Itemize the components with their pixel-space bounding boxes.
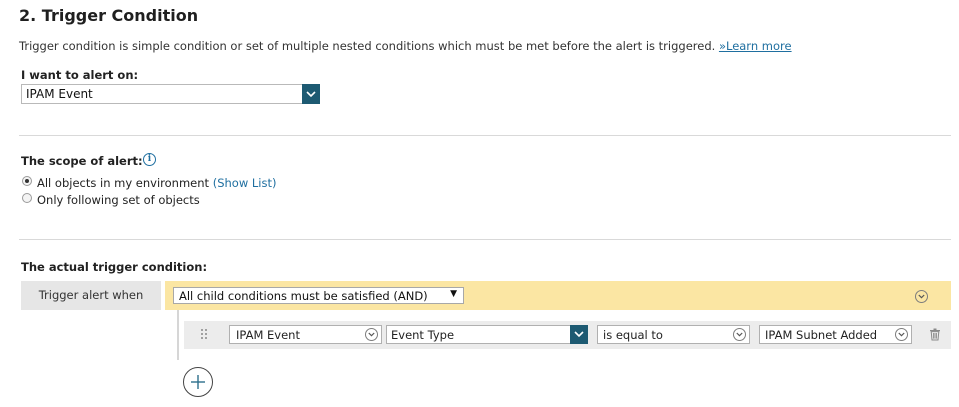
trigger-when-label: Trigger alert when	[21, 281, 161, 310]
learn-more-link[interactable]: »Learn more	[719, 39, 792, 53]
condition-object-select[interactable]: IPAM Event	[229, 325, 382, 344]
drag-handle-icon[interactable]	[200, 328, 208, 343]
divider	[19, 135, 951, 136]
learn-more-prefix: »	[718, 39, 726, 53]
info-icon[interactable]: i	[143, 153, 156, 166]
trash-icon[interactable]	[929, 328, 941, 344]
condition-object-value: IPAM Event	[236, 328, 300, 342]
collapse-group-chevron-icon[interactable]	[915, 290, 928, 303]
trigger-condition-label: The actual trigger condition:	[21, 260, 208, 274]
condition-field-value: Event Type	[391, 328, 455, 342]
alert-on-label: I want to alert on:	[21, 68, 139, 82]
group-connector-line	[177, 310, 179, 360]
scope-all-label: All objects in my environment	[37, 176, 210, 190]
alert-on-value: IPAM Event	[26, 87, 93, 101]
chevron-down-icon[interactable]	[570, 325, 588, 344]
condition-operator-select[interactable]: is equal to	[597, 325, 750, 344]
logic-select[interactable]: All child conditions must be satisfied (…	[173, 287, 464, 304]
condition-operator-value: is equal to	[603, 328, 663, 342]
scope-label: The scope of alert:	[21, 154, 143, 168]
show-list-link[interactable]: (Show List)	[213, 176, 277, 190]
scope-all-radio[interactable]	[22, 176, 32, 186]
condition-value-value: IPAM Subnet Added	[765, 328, 878, 342]
plus-icon[interactable]	[183, 367, 213, 397]
description-text: Trigger condition is simple condition or…	[19, 39, 716, 53]
scope-all-option[interactable]: All objects in my environment (Show List…	[37, 176, 276, 190]
learn-more-label: Learn more	[725, 39, 792, 53]
scope-following-label[interactable]: Only following set of objects	[37, 193, 200, 207]
chevron-down-icon[interactable]	[302, 84, 320, 104]
scope-following-radio[interactable]	[22, 193, 32, 203]
logic-value: All child conditions must be satisfied (…	[179, 289, 428, 303]
chevron-down-icon	[733, 328, 746, 341]
section-title: 2. Trigger Condition	[19, 6, 199, 25]
chevron-down-icon	[895, 328, 908, 341]
alert-on-select[interactable]: IPAM Event	[21, 84, 320, 104]
condition-field-select[interactable]: Event Type	[386, 325, 588, 344]
section-description: Trigger condition is simple condition or…	[19, 39, 792, 53]
chevron-down-icon	[365, 328, 378, 341]
condition-value-select[interactable]: IPAM Subnet Added	[759, 325, 912, 344]
dropdown-arrow-icon: ▼	[450, 289, 457, 299]
divider	[19, 239, 951, 240]
